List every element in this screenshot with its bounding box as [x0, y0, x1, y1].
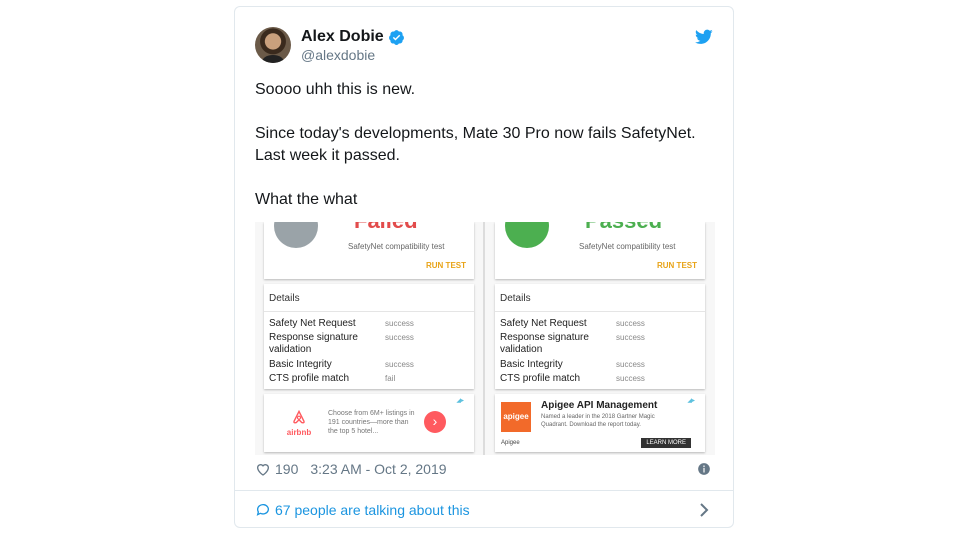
- detail-label: CTS profile match: [500, 373, 581, 384]
- ad-choices-icon: ◢▸: [456, 398, 464, 404]
- detail-value: success: [385, 360, 414, 369]
- media-divider: [483, 222, 485, 455]
- ad-choices-icon: ◢▸: [687, 398, 695, 404]
- ad-copy: Choose from 6M+ listings in 191 countrie…: [328, 410, 415, 435]
- test-subtitle: SafetyNet compatibility test: [348, 242, 445, 251]
- run-test-button: RUN TEST: [426, 261, 466, 270]
- details-divider: [495, 311, 705, 312]
- avatar[interactable]: [255, 27, 291, 63]
- detail-value: success: [385, 333, 414, 342]
- detail-label: Basic Integrity: [500, 359, 563, 370]
- test-subtitle: SafetyNet compatibility test: [579, 242, 676, 251]
- detail-value: success: [616, 360, 645, 369]
- footer-divider: [235, 490, 733, 491]
- chevron-right-icon: ›: [424, 411, 446, 433]
- like-count[interactable]: 190: [275, 461, 298, 477]
- tweet-header: Alex Dobie @alexdobie: [255, 27, 713, 67]
- twitter-bird-icon[interactable]: [695, 29, 713, 45]
- detail-label: Safety Net Request: [269, 318, 356, 329]
- detail-label: Safety Net Request: [500, 318, 587, 329]
- airbnb-symbol-icon: [293, 409, 305, 424]
- reply-bubble-icon: [256, 504, 269, 516]
- tweet-line: What the what: [255, 191, 358, 208]
- ad-title: Apigee API Management: [541, 400, 658, 411]
- status-failed: Failed: [354, 222, 418, 234]
- airbnb-logo: airbnb: [284, 409, 314, 437]
- learn-more-button: LEARN MORE: [641, 438, 691, 448]
- verified-badge-icon: [388, 29, 404, 45]
- author-block[interactable]: Alex Dobie @alexdobie: [301, 28, 405, 63]
- apigee-ad: ◢▸ apigee Apigee API Management Named a …: [495, 394, 705, 452]
- shield-icon: [274, 222, 318, 248]
- ad-copy: Named a leader in the 2018 Gartner Magic…: [541, 414, 655, 428]
- conversation-text[interactable]: 67 people are talking about this: [275, 502, 470, 518]
- detail-label: Response signature validation: [269, 332, 358, 355]
- airbnb-ad: ◢▸ airbnb Choose from 6M+ listings in 19…: [264, 394, 474, 452]
- chevron-right-icon[interactable]: [699, 502, 709, 518]
- check-shield-icon: [505, 222, 549, 248]
- status-passed: Passed: [585, 222, 662, 234]
- tweet-media-image[interactable]: Failed SafetyNet compatibility test RUN …: [255, 222, 715, 455]
- heart-icon[interactable]: [255, 461, 271, 477]
- tweet-meta: 190 3:23 AM - Oct 2, 2019: [255, 459, 447, 479]
- details-card: Details Safety Net Request success Respo…: [495, 284, 705, 389]
- timestamp[interactable]: 3:23 AM - Oct 2, 2019: [310, 461, 446, 477]
- safetynet-failed-panel: Failed SafetyNet compatibility test RUN …: [264, 222, 474, 455]
- result-card: Passed SafetyNet compatibility test RUN …: [495, 222, 705, 279]
- detail-value: success: [616, 319, 645, 328]
- safetynet-passed-panel: Passed SafetyNet compatibility test RUN …: [495, 222, 705, 455]
- detail-value: success: [616, 333, 645, 342]
- apigee-logo: apigee: [501, 402, 531, 432]
- tweet-line: Since today's developments, Mate 30 Pro …: [255, 125, 696, 142]
- info-icon[interactable]: [697, 462, 711, 476]
- details-card: Details Safety Net Request success Respo…: [264, 284, 474, 389]
- details-divider: [264, 311, 474, 312]
- tweet-text: Soooo uhh this is new. Since today's dev…: [255, 79, 715, 211]
- detail-value: success: [616, 374, 645, 383]
- details-title: Details: [500, 293, 531, 304]
- tweet-line: Soooo uhh this is new.: [255, 81, 416, 98]
- tweet-card: Alex Dobie @alexdobie Soooo uhh this is …: [234, 6, 734, 528]
- detail-label: Response signature validation: [500, 332, 589, 355]
- airbnb-wordmark: airbnb: [286, 428, 312, 437]
- detail-value: fail: [385, 374, 396, 383]
- result-card: Failed SafetyNet compatibility test RUN …: [264, 222, 474, 279]
- handle[interactable]: @alexdobie: [301, 47, 405, 63]
- detail-label: Basic Integrity: [269, 359, 332, 370]
- conversation-link[interactable]: 67 people are talking about this: [255, 500, 713, 520]
- tweet-line: [255, 101, 715, 123]
- ad-brand-name: Apigee: [501, 440, 520, 446]
- detail-value: success: [385, 319, 414, 328]
- display-name[interactable]: Alex Dobie: [301, 28, 384, 46]
- tweet-line: Last week it passed.: [255, 147, 400, 164]
- detail-label: CTS profile match: [269, 373, 350, 384]
- tweet-line: [255, 167, 715, 189]
- run-test-button: RUN TEST: [657, 261, 697, 270]
- details-title: Details: [269, 293, 300, 304]
